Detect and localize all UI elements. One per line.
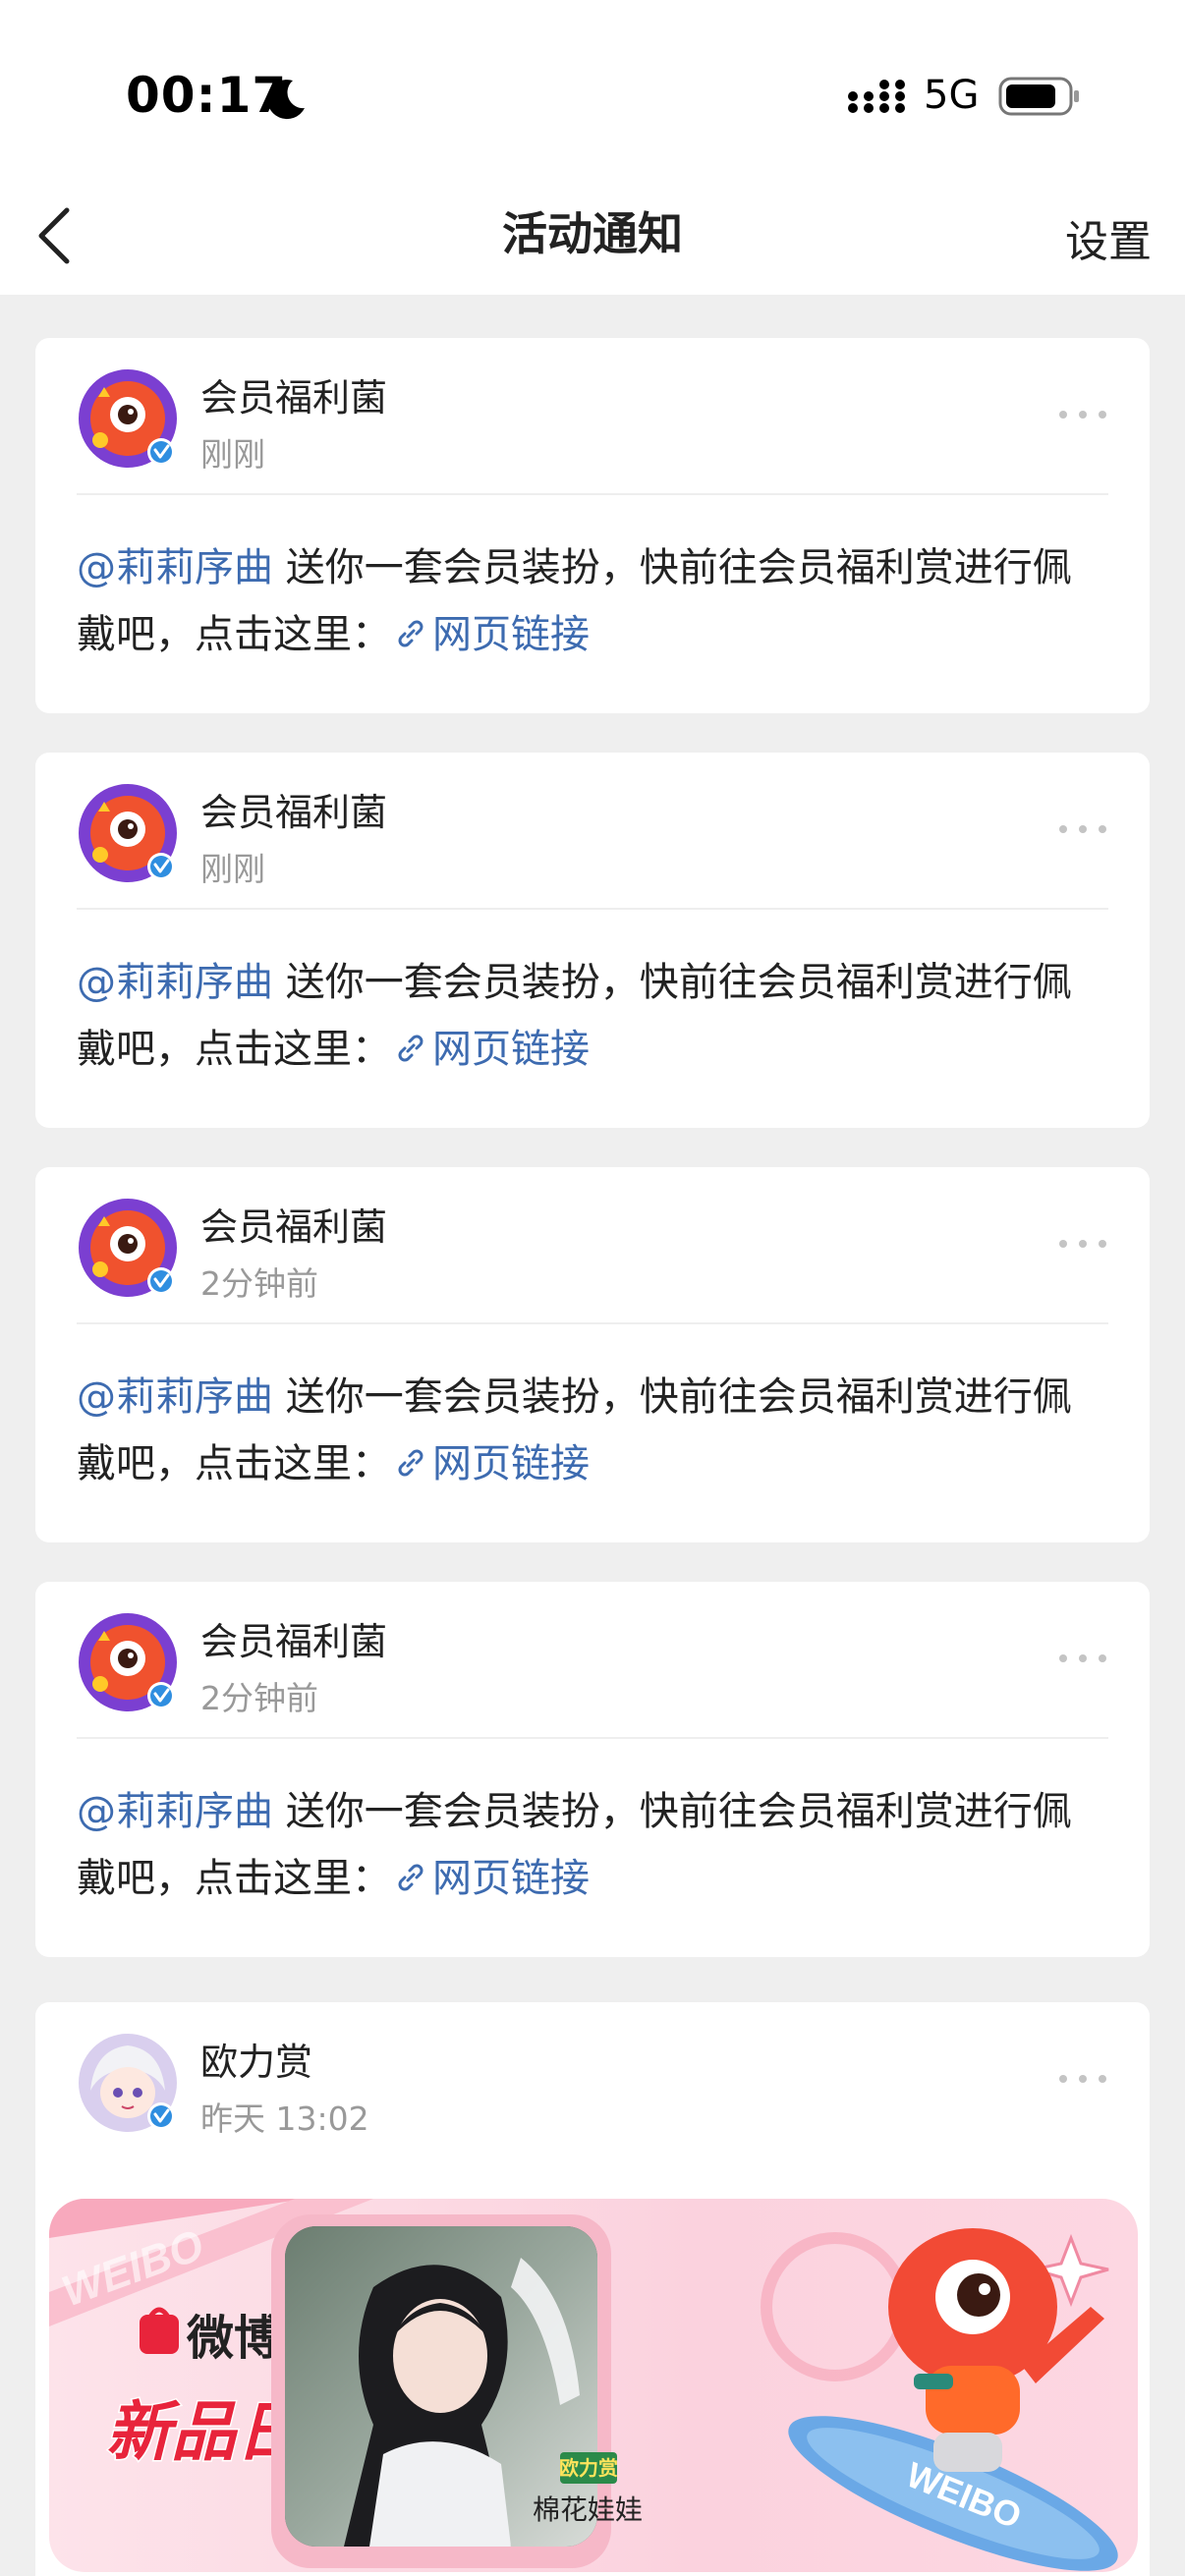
sender-name[interactable]: 会员福利菌 — [200, 1197, 387, 1251]
notification-time: 2分钟前 — [200, 1264, 318, 1303]
divider — [77, 908, 1108, 910]
user-mention[interactable]: @莉莉序曲 — [77, 960, 273, 1005]
web-link-label[interactable]: 网页链接 — [432, 1027, 590, 1072]
divider — [77, 1322, 1108, 1324]
web-link[interactable]: 网页链接 — [391, 1027, 590, 1072]
product-name: 棉花娃娃 — [533, 2493, 643, 2526]
more-options-icon[interactable] — [1055, 407, 1110, 422]
settings-button[interactable]: 设置 — [1065, 206, 1152, 269]
more-options-icon[interactable] — [1055, 1236, 1110, 1252]
banner-art: WEIBO 微博购 新品日历 欧力赏 棉花娃娃 WEIBO — [49, 2199, 1118, 2571]
notification-card[interactable]: 会员福利菌 刚刚 @莉莉序曲 送你一套会员装扮，快前往会员福利赏进行佩戴吧，点击… — [35, 338, 1150, 713]
product-badge: 欧力赏 — [559, 2456, 618, 2480]
notification-message: @莉莉序曲 送你一套会员装扮，快前往会员福利赏进行佩戴吧，点击这里： 网页链接 — [77, 1778, 1110, 1912]
link-icon — [398, 1864, 423, 1891]
notification-time: 刚刚 — [200, 435, 265, 474]
web-link-label[interactable]: 网页链接 — [432, 1856, 590, 1901]
web-link[interactable]: 网页链接 — [391, 1856, 590, 1901]
notification-card[interactable]: 会员福利菌 2分钟前 @莉莉序曲 送你一套会员装扮，快前往会员福利赏进行佩戴吧，… — [35, 1167, 1150, 1542]
notification-message: @莉莉序曲 送你一套会员装扮，快前往会员福利赏进行佩戴吧，点击这里： 网页链接 — [77, 949, 1110, 1083]
avatar[interactable] — [77, 2032, 179, 2134]
signal-icon — [848, 80, 905, 113]
notification-card[interactable]: 会员福利菌 2分钟前 @莉莉序曲 送你一套会员装扮，快前往会员福利赏进行佩戴吧，… — [35, 1582, 1150, 1957]
avatar[interactable] — [77, 367, 179, 470]
sender-name[interactable]: 欧力赏 — [200, 2032, 312, 2086]
page-title: 活动通知 — [502, 207, 683, 260]
notification-time: 刚刚 — [200, 850, 265, 888]
notification-message: @莉莉序曲 送你一套会员装扮，快前往会员福利赏进行佩戴吧，点击这里： 网页链接 — [77, 1364, 1110, 1497]
more-options-icon[interactable] — [1055, 2071, 1110, 2087]
user-mention[interactable]: @莉莉序曲 — [77, 1789, 273, 1834]
banner-watermark: WEIBO — [56, 2220, 210, 2316]
web-link-label[interactable]: 网页链接 — [432, 612, 590, 657]
sender-name[interactable]: 会员福利菌 — [200, 367, 387, 421]
more-options-icon[interactable] — [1055, 1651, 1110, 1666]
battery-icon — [998, 77, 1079, 116]
more-options-icon[interactable] — [1055, 821, 1110, 837]
avatar[interactable] — [77, 782, 179, 884]
divider — [77, 1737, 1108, 1739]
status-bar: 00:17 5G — [0, 0, 1185, 177]
notification-message: @莉莉序曲 送你一套会员装扮，快前往会员福利赏进行佩戴吧，点击这里： 网页链接 — [77, 534, 1110, 668]
user-mention[interactable]: @莉莉序曲 — [77, 545, 273, 590]
sender-name[interactable]: 会员福利菌 — [200, 782, 387, 836]
notification-time: 昨天 13:02 — [200, 2100, 369, 2138]
web-link-label[interactable]: 网页链接 — [432, 1441, 590, 1486]
notification-time: 2分钟前 — [200, 1679, 318, 1717]
notification-card[interactable]: 会员福利菌 刚刚 @莉莉序曲 送你一套会员装扮，快前往会员福利赏进行佩戴吧，点击… — [35, 753, 1150, 1128]
divider — [77, 493, 1108, 495]
link-icon — [398, 1449, 423, 1477]
user-mention[interactable]: @莉莉序曲 — [77, 1374, 273, 1420]
sender-name[interactable]: 会员福利菌 — [200, 1611, 387, 1665]
web-link[interactable]: 网页链接 — [391, 1441, 590, 1486]
nav-bar: 活动通知 设置 — [0, 177, 1185, 295]
link-icon — [398, 620, 423, 647]
web-link[interactable]: 网页链接 — [391, 612, 590, 657]
promo-card[interactable]: 欧力赏 昨天 13:02 WEIBO 微博购 新品日历 欧力赏 棉花娃娃 WEI… — [35, 2002, 1150, 2576]
link-icon — [398, 1035, 423, 1062]
promo-banner[interactable]: WEIBO 微博购 新品日历 欧力赏 棉花娃娃 WEIBO — [49, 2199, 1138, 2572]
network-type: 5G — [924, 73, 980, 118]
avatar[interactable] — [77, 1611, 179, 1713]
shopping-bag-icon — [140, 2307, 179, 2354]
moon-icon — [267, 80, 305, 120]
avatar[interactable] — [77, 1197, 179, 1299]
